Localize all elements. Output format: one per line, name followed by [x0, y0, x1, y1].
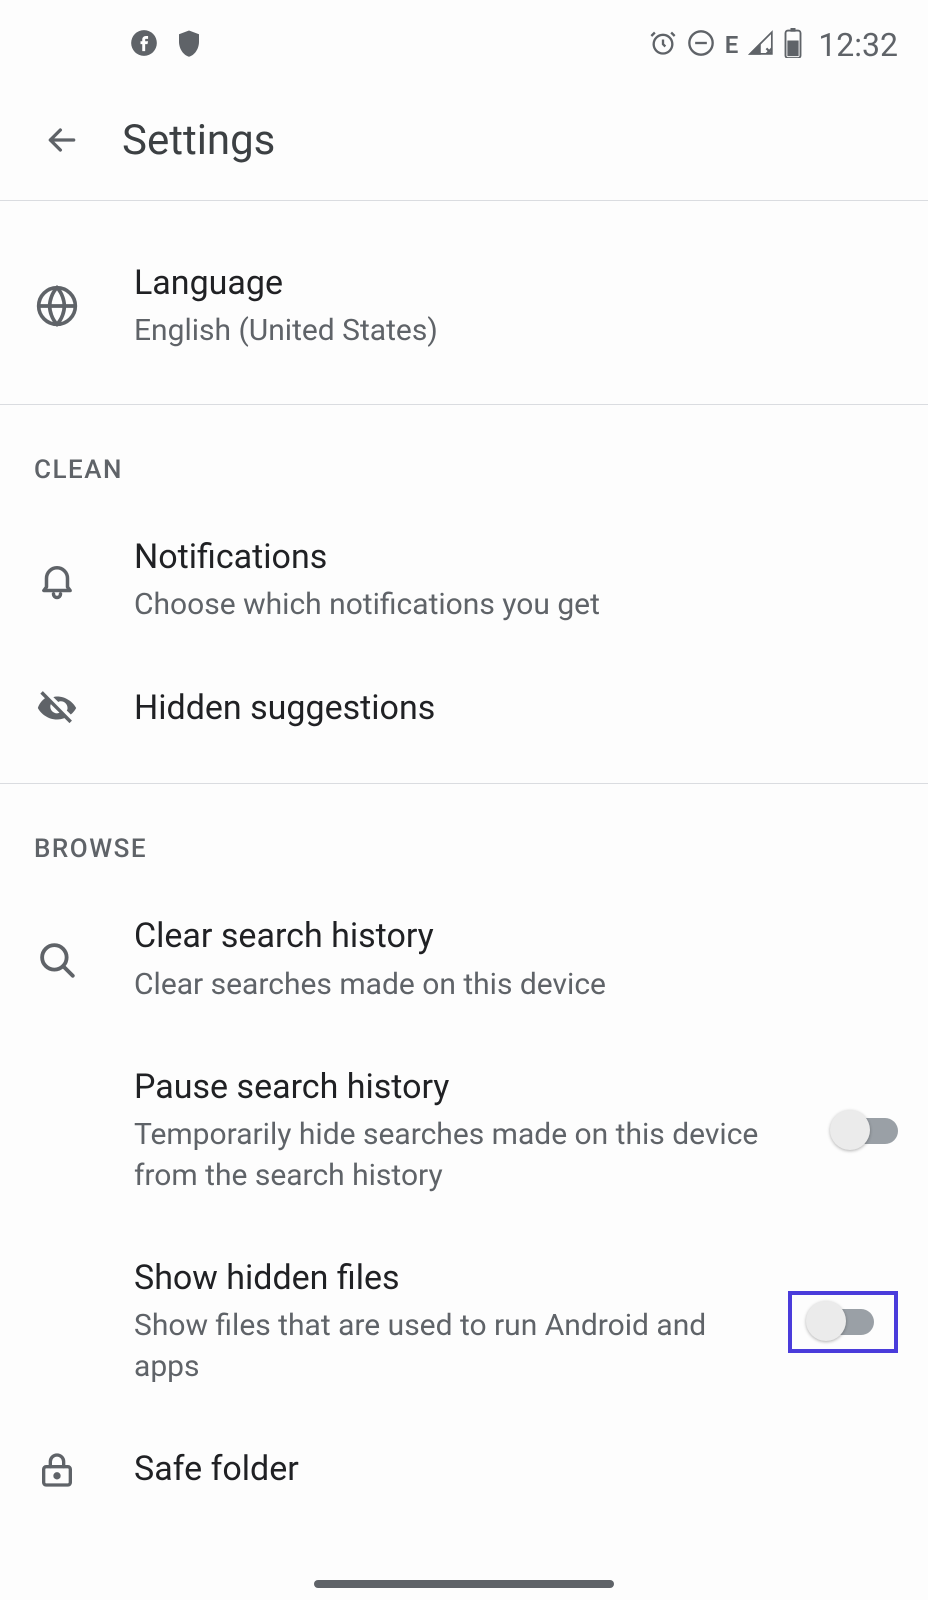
- item-desc: Clear searches made on this device: [134, 965, 882, 1006]
- signal-icon: [748, 30, 774, 60]
- item-title: Hidden suggestions: [134, 686, 882, 730]
- highlighted-control: [788, 1291, 898, 1353]
- search-icon: [34, 939, 80, 981]
- item-language[interactable]: Language English (United States): [0, 231, 928, 382]
- bell-icon: [34, 559, 80, 601]
- network-type-label: E: [725, 31, 739, 59]
- item-desc: Show files that are used to run Android …: [134, 1306, 718, 1387]
- group-browse: BROWSE Clear search history Clear search…: [0, 784, 928, 1521]
- group-clean: CLEAN Notifications Choose which notific…: [0, 405, 928, 785]
- alarm-icon: [649, 29, 677, 61]
- item-safe-folder[interactable]: Safe folder: [0, 1417, 928, 1521]
- eye-off-icon: [34, 685, 80, 731]
- item-desc: English (United States): [134, 311, 882, 352]
- item-title: Notifications: [134, 535, 882, 579]
- globe-icon: [34, 284, 80, 328]
- item-title: Show hidden files: [134, 1256, 718, 1300]
- status-time: 12:32: [818, 26, 898, 64]
- do-not-disturb-icon: [687, 29, 715, 61]
- lock-icon: [34, 1450, 80, 1490]
- item-title: Pause search history: [134, 1065, 766, 1109]
- item-desc: Temporarily hide searches made on this d…: [134, 1115, 766, 1196]
- section-header-clean: CLEAN: [0, 405, 928, 505]
- section-header-browse: BROWSE: [0, 784, 928, 884]
- back-button[interactable]: [42, 120, 82, 160]
- item-notifications[interactable]: Notifications Choose which notifications…: [0, 505, 928, 656]
- status-right: E 12:32: [649, 26, 898, 64]
- item-title: Clear search history: [134, 914, 882, 958]
- app-bar: Settings: [0, 90, 928, 200]
- show-hidden-files-switch[interactable]: [812, 1309, 874, 1335]
- pause-search-history-switch[interactable]: [836, 1118, 898, 1144]
- shield-icon: [174, 28, 204, 62]
- item-pause-search-history[interactable]: Pause search history Temporarily hide se…: [0, 1035, 928, 1226]
- item-show-hidden-files[interactable]: Show hidden files Show files that are us…: [0, 1226, 928, 1417]
- item-desc: Choose which notifications you get: [134, 585, 882, 626]
- battery-icon: [784, 28, 802, 62]
- item-title: Language: [134, 261, 882, 305]
- navigation-handle[interactable]: [314, 1580, 614, 1588]
- status-left: [30, 28, 204, 62]
- item-title: Safe folder: [134, 1447, 882, 1491]
- group-about: Language English (United States): [0, 201, 928, 405]
- status-bar: E 12:32: [0, 0, 928, 90]
- item-clear-search-history[interactable]: Clear search history Clear searches made…: [0, 884, 928, 1035]
- page-title: Settings: [122, 116, 275, 165]
- item-hidden-suggestions[interactable]: Hidden suggestions: [0, 655, 928, 761]
- facebook-icon: [130, 29, 158, 61]
